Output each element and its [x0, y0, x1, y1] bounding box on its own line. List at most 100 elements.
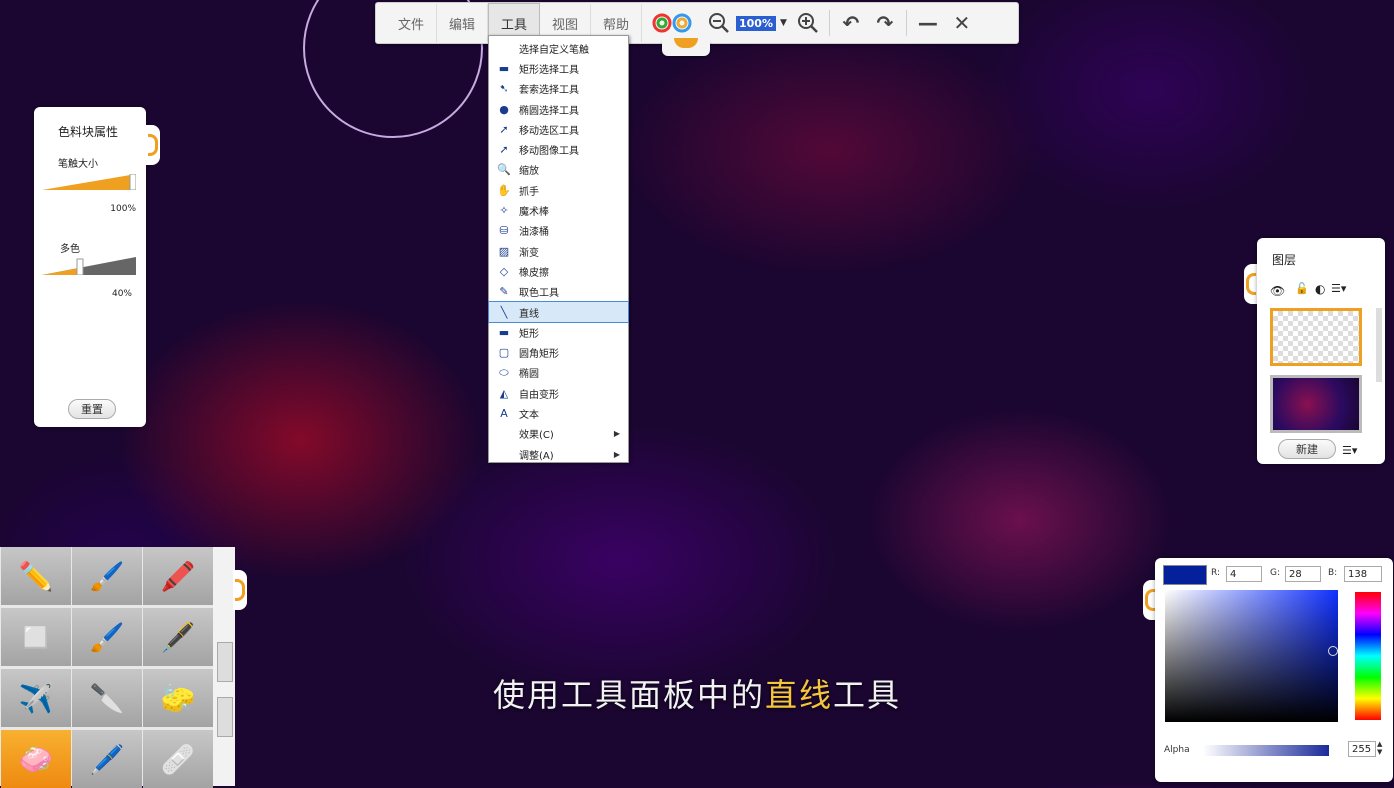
- menu-item-label: 椭圆选择工具: [519, 105, 579, 117]
- size-label: 笔触大小: [58, 159, 98, 170]
- menu-item-label: 橡皮擦: [519, 267, 549, 279]
- menu-item[interactable]: ╲ 直线: [488, 300, 629, 324]
- menu-item-label: 圆角矩形: [519, 349, 559, 361]
- chalk-brush-icon[interactable]: ◻️: [1, 608, 71, 666]
- alpha-input[interactable]: 255: [1348, 741, 1376, 757]
- toolbar-collapse-tab[interactable]: [662, 38, 710, 56]
- zoom-value: 100%: [736, 15, 776, 31]
- menu-item-label: 椭圆: [519, 369, 539, 381]
- brush-palette-handle[interactable]: [233, 570, 247, 610]
- new-layer-button[interactable]: 新建: [1278, 439, 1336, 459]
- pastel-brush-icon[interactable]: 🩹: [143, 730, 213, 788]
- menu-item[interactable]: ➚ 移动选区工具: [489, 119, 628, 139]
- gradient-icon: ▨: [498, 244, 510, 258]
- zoom-in-icon[interactable]: [791, 6, 825, 40]
- layer-transparent-thumb[interactable]: [1270, 308, 1362, 366]
- minimize-icon[interactable]: —: [911, 6, 945, 40]
- r-input[interactable]: 4: [1226, 566, 1262, 582]
- menu-item-label: 抓手: [519, 186, 539, 198]
- move-image-icon: ➚: [499, 143, 509, 157]
- menu-item[interactable]: 效果(C) ▶: [489, 424, 628, 444]
- panel-title: 色料块属性: [58, 125, 119, 139]
- submenu-arrow-icon: ▶: [613, 429, 620, 439]
- app-logo-icon: [642, 6, 702, 40]
- menu-item[interactable]: ▨ 渐变: [489, 241, 628, 261]
- menu-item[interactable]: 选择自定义笔触: [489, 38, 628, 58]
- layer-background-thumb[interactable]: [1270, 375, 1362, 433]
- size-slider[interactable]: [42, 174, 136, 190]
- paint-brush-icon[interactable]: 🖌️: [72, 547, 142, 605]
- alpha-stepper-icon[interactable]: ▲ ▼: [1377, 740, 1382, 756]
- brush-palette: ✏️ 🖌️ 🖍️ ◻️ 🖌️ 🖋️ ✈️ 🔪 🧽 🧼 🖊️ 🩹: [0, 547, 213, 788]
- undo-icon[interactable]: ↶: [834, 6, 868, 40]
- menu-file[interactable]: 文件: [386, 4, 437, 42]
- layers-panel-handle[interactable]: [1244, 264, 1258, 304]
- menu-item[interactable]: A 文本: [489, 403, 628, 423]
- lasso-icon: ➷: [499, 82, 509, 96]
- menu-item[interactable]: ▬ 矩形选择工具: [489, 58, 628, 78]
- ellipse-icon: ⬭: [499, 365, 509, 379]
- zoom-select[interactable]: 100% ▼: [736, 12, 791, 34]
- menu-item[interactable]: ▬ 矩形: [489, 322, 628, 342]
- menu-item[interactable]: ✎ 取色工具: [489, 282, 628, 302]
- magic-wand-icon: ✧: [499, 204, 509, 218]
- color-picker-cursor: [1328, 646, 1338, 656]
- pencil-brush-icon[interactable]: 🖊️: [72, 730, 142, 788]
- layer-menu-icon[interactable]: ☰▾: [1331, 282, 1346, 295]
- alpha-label: Alpha: [1164, 745, 1190, 755]
- zoom-icon: 🔍: [497, 163, 511, 177]
- text-icon: A: [500, 406, 508, 420]
- menu-item[interactable]: ✋ 抓手: [489, 180, 628, 200]
- menu-item-label: 效果(C): [519, 430, 554, 442]
- menu-item[interactable]: ◇ 橡皮擦: [489, 261, 628, 281]
- zoom-out-icon[interactable]: [702, 6, 736, 40]
- move-selection-icon: ➚: [499, 122, 509, 136]
- eraser-icon: ◇: [499, 264, 509, 278]
- close-icon[interactable]: ✕: [945, 6, 979, 40]
- lock-icon[interactable]: 🔓: [1295, 282, 1309, 295]
- menu-item-label: 魔术棒: [519, 207, 549, 219]
- color-slider[interactable]: [42, 257, 136, 275]
- crayon-brush-icon[interactable]: ✏️: [1, 547, 71, 605]
- menu-item[interactable]: ⬭ 椭圆: [489, 363, 628, 383]
- menu-item-label: 渐变: [519, 247, 539, 259]
- menu-edit[interactable]: 编辑: [437, 4, 488, 42]
- brush-panel-handle[interactable]: [146, 125, 160, 165]
- hue-slider[interactable]: [1355, 592, 1381, 720]
- layer-options-icon[interactable]: ☰▾: [1342, 444, 1357, 457]
- marker-brush-icon[interactable]: 🖍️: [143, 547, 213, 605]
- brush-properties-panel: 色料块属性 笔触大小 100% 多色 40% 重置: [34, 107, 146, 427]
- reset-button[interactable]: 重置: [68, 399, 116, 419]
- g-input[interactable]: 28: [1285, 566, 1321, 582]
- eyedropper-icon: ✎: [499, 285, 509, 299]
- g-label: G:: [1270, 568, 1281, 578]
- menu-item[interactable]: ➚ 移动图像工具: [489, 139, 628, 159]
- menu-item[interactable]: ➷ 套索选择工具: [489, 79, 628, 99]
- redo-icon[interactable]: ↷: [868, 6, 902, 40]
- b-input[interactable]: 138: [1344, 566, 1382, 582]
- alpha-slider[interactable]: [1203, 745, 1329, 756]
- menu-item[interactable]: ⛁ 油漆桶: [489, 221, 628, 241]
- tools-dropdown-menu: 选择自定义笔触 ▬ 矩形选择工具 ➷ 套索选择工具 ● 椭圆选择工具 ➚ 移动选区工具 ➚ 移动图像…: [488, 35, 629, 463]
- paint-bucket-icon: ⛁: [499, 224, 509, 238]
- visibility-icon[interactable]: 👁: [1270, 284, 1285, 298]
- menu-item[interactable]: ◭ 自由变形: [489, 383, 628, 403]
- menu-item-label: 调整(A): [519, 450, 554, 462]
- menu-item[interactable]: ▢ 圆角矩形: [489, 342, 628, 362]
- menu-item[interactable]: ● 椭圆选择工具: [489, 99, 628, 119]
- brush-side-bar: [213, 547, 235, 786]
- ink-pen-icon[interactable]: 🖋️: [143, 608, 213, 666]
- color-swatch[interactable]: [1163, 565, 1207, 585]
- flat-brush-icon[interactable]: 🖌️: [72, 608, 142, 666]
- menu-item[interactable]: 调整(A) ▶: [489, 444, 628, 464]
- layers-scrollbar[interactable]: [1376, 308, 1382, 382]
- menu-item[interactable]: 🔍 缩放: [489, 160, 628, 180]
- color-picker-area[interactable]: [1165, 590, 1338, 722]
- menu-item-label: 自由变形: [519, 389, 559, 401]
- menu-item-label: 选择自定义笔触: [519, 44, 589, 56]
- blend-icon[interactable]: ◐: [1315, 282, 1325, 296]
- eraser-brush-icon[interactable]: 🧼: [1, 730, 71, 788]
- menu-item-label: 直线: [519, 308, 539, 320]
- layers-title: 图层: [1272, 253, 1297, 267]
- menu-item[interactable]: ✧ 魔术棒: [489, 200, 628, 220]
